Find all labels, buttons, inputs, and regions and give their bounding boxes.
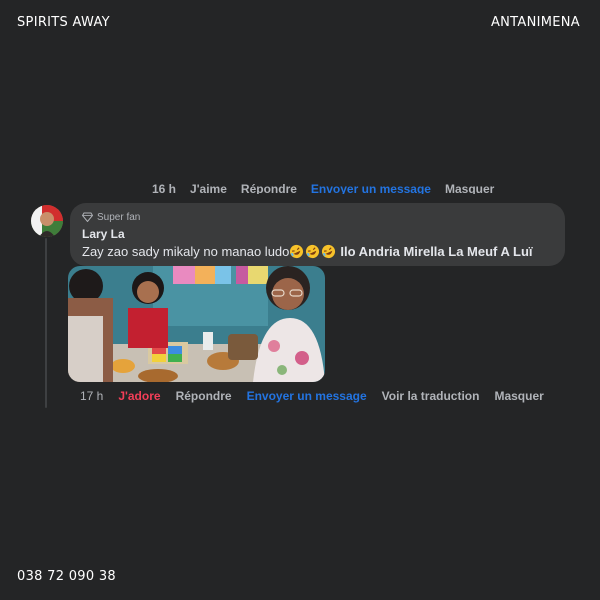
diamond-icon: [82, 212, 93, 222]
rolling-laughing-emoji: [322, 244, 336, 259]
reply-button[interactable]: Répondre: [176, 389, 232, 403]
send-message-button[interactable]: Envoyer un message: [247, 389, 367, 403]
previous-message-button[interactable]: Envoyer un message: [311, 182, 431, 194]
mention-link[interactable]: Ilo Andria Mirella La Meuf A Luï: [340, 244, 532, 259]
comment-text: Zay zao sady mikaly no manao ludo Ilo An…: [82, 243, 553, 260]
comment-body: Zay zao sady mikaly no manao ludo: [82, 244, 290, 259]
group-photo-image: [68, 266, 325, 382]
super-fan-badge: Super fan: [82, 210, 553, 224]
previous-comment-actions: 16 h J'aime Répondre Envoyer un message …: [152, 180, 512, 194]
phone-number: 038 72 090 38: [17, 569, 117, 584]
comment-author[interactable]: Lary La: [82, 227, 553, 241]
love-reaction-button[interactable]: J'adore: [118, 389, 160, 403]
previous-reply-button[interactable]: Répondre: [241, 182, 297, 194]
previous-hide-button[interactable]: Masquer: [445, 182, 494, 194]
rolling-laughing-emoji: [290, 244, 304, 259]
emoji-group: [289, 244, 336, 259]
location-label: ANTANIMENA: [490, 15, 580, 30]
avatar[interactable]: [31, 205, 63, 237]
thread-line: [45, 238, 47, 408]
comment-actions: 17 h J'adore Répondre Envoyer un message…: [80, 389, 544, 403]
rolling-laughing-emoji: [306, 244, 320, 259]
badge-label: Super fan: [97, 211, 141, 223]
brand-name: SPIRITS AWAY: [17, 15, 110, 30]
previous-time: 16 h: [152, 182, 177, 194]
hide-button[interactable]: Masquer: [494, 389, 543, 403]
see-translation-button[interactable]: Voir la traduction: [382, 389, 480, 403]
comment-time[interactable]: 17 h: [80, 389, 103, 403]
previous-like-button[interactable]: J'aime: [190, 182, 227, 194]
comment-bubble: Super fan Lary La Zay zao sady mikaly no…: [70, 203, 565, 266]
comment-photo[interactable]: [68, 266, 325, 382]
